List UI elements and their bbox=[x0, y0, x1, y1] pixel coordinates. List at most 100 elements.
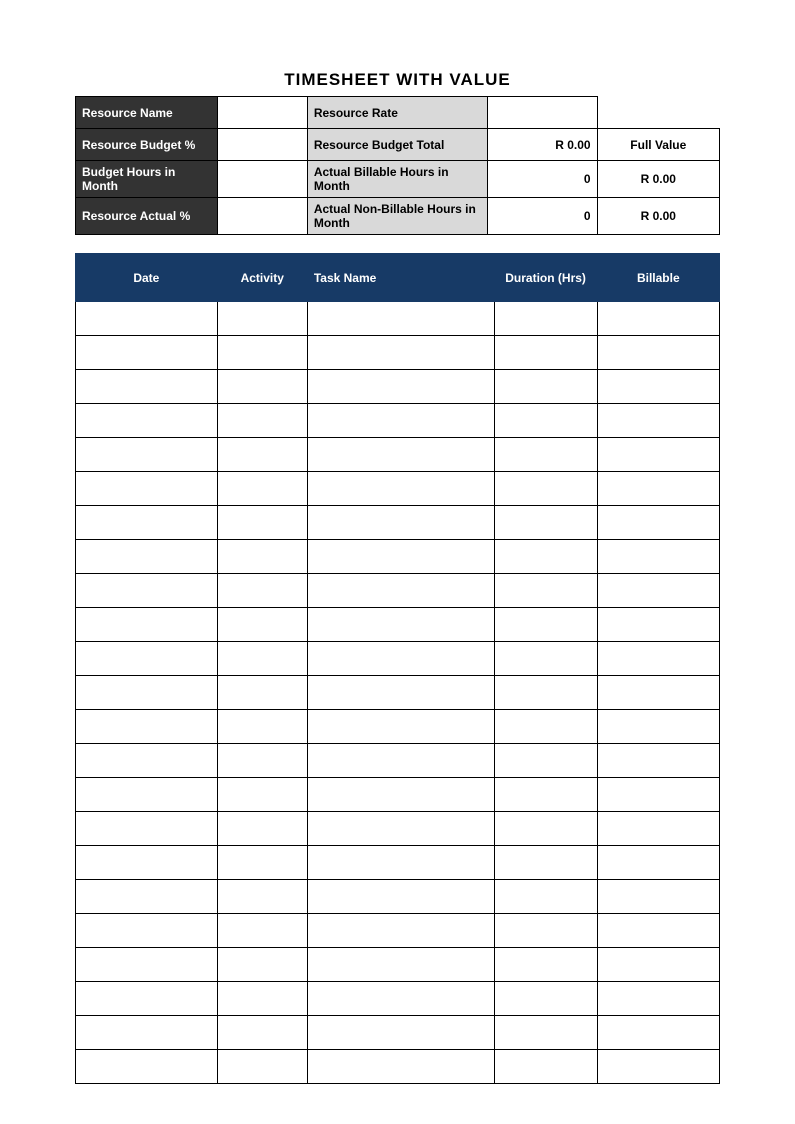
cell-billable[interactable] bbox=[597, 608, 719, 642]
cell-duration[interactable] bbox=[494, 778, 597, 812]
cell-task[interactable] bbox=[307, 438, 494, 472]
cell-date[interactable] bbox=[76, 506, 218, 540]
cell-activity[interactable] bbox=[217, 1050, 307, 1084]
cell-task[interactable] bbox=[307, 880, 494, 914]
cell-task[interactable] bbox=[307, 948, 494, 982]
cell-duration[interactable] bbox=[494, 302, 597, 336]
cell-activity[interactable] bbox=[217, 574, 307, 608]
cell-date[interactable] bbox=[76, 438, 218, 472]
cell-activity[interactable] bbox=[217, 404, 307, 438]
cell-activity[interactable] bbox=[217, 302, 307, 336]
cell-task[interactable] bbox=[307, 710, 494, 744]
cell-date[interactable] bbox=[76, 914, 218, 948]
cell-task[interactable] bbox=[307, 982, 494, 1016]
cell-billable[interactable] bbox=[597, 404, 719, 438]
cell-duration[interactable] bbox=[494, 336, 597, 370]
cell-task[interactable] bbox=[307, 778, 494, 812]
cell-activity[interactable] bbox=[217, 506, 307, 540]
cell-task[interactable] bbox=[307, 812, 494, 846]
value-resource-budget-pct[interactable] bbox=[217, 129, 307, 161]
cell-task[interactable] bbox=[307, 302, 494, 336]
cell-task[interactable] bbox=[307, 370, 494, 404]
cell-duration[interactable] bbox=[494, 812, 597, 846]
cell-duration[interactable] bbox=[494, 1016, 597, 1050]
cell-billable[interactable] bbox=[597, 676, 719, 710]
cell-duration[interactable] bbox=[494, 914, 597, 948]
cell-duration[interactable] bbox=[494, 846, 597, 880]
cell-activity[interactable] bbox=[217, 540, 307, 574]
cell-activity[interactable] bbox=[217, 778, 307, 812]
cell-billable[interactable] bbox=[597, 438, 719, 472]
cell-date[interactable] bbox=[76, 676, 218, 710]
cell-billable[interactable] bbox=[597, 1016, 719, 1050]
cell-activity[interactable] bbox=[217, 608, 307, 642]
cell-task[interactable] bbox=[307, 676, 494, 710]
cell-duration[interactable] bbox=[494, 1050, 597, 1084]
cell-duration[interactable] bbox=[494, 948, 597, 982]
cell-billable[interactable] bbox=[597, 744, 719, 778]
cell-billable[interactable] bbox=[597, 846, 719, 880]
cell-billable[interactable] bbox=[597, 506, 719, 540]
cell-billable[interactable] bbox=[597, 574, 719, 608]
cell-activity[interactable] bbox=[217, 1016, 307, 1050]
cell-duration[interactable] bbox=[494, 880, 597, 914]
cell-task[interactable] bbox=[307, 1016, 494, 1050]
cell-billable[interactable] bbox=[597, 642, 719, 676]
cell-billable[interactable] bbox=[597, 710, 719, 744]
cell-task[interactable] bbox=[307, 914, 494, 948]
cell-duration[interactable] bbox=[494, 574, 597, 608]
cell-date[interactable] bbox=[76, 744, 218, 778]
cell-billable[interactable] bbox=[597, 302, 719, 336]
cell-date[interactable] bbox=[76, 982, 218, 1016]
cell-task[interactable] bbox=[307, 1050, 494, 1084]
cell-billable[interactable] bbox=[597, 472, 719, 506]
cell-duration[interactable] bbox=[494, 506, 597, 540]
cell-activity[interactable] bbox=[217, 880, 307, 914]
cell-activity[interactable] bbox=[217, 744, 307, 778]
cell-duration[interactable] bbox=[494, 438, 597, 472]
cell-task[interactable] bbox=[307, 846, 494, 880]
cell-task[interactable] bbox=[307, 404, 494, 438]
cell-duration[interactable] bbox=[494, 404, 597, 438]
cell-date[interactable] bbox=[76, 540, 218, 574]
cell-activity[interactable] bbox=[217, 846, 307, 880]
cell-date[interactable] bbox=[76, 404, 218, 438]
cell-activity[interactable] bbox=[217, 710, 307, 744]
cell-duration[interactable] bbox=[494, 710, 597, 744]
cell-duration[interactable] bbox=[494, 982, 597, 1016]
cell-date[interactable] bbox=[76, 302, 218, 336]
cell-date[interactable] bbox=[76, 574, 218, 608]
cell-billable[interactable] bbox=[597, 370, 719, 404]
cell-activity[interactable] bbox=[217, 642, 307, 676]
cell-activity[interactable] bbox=[217, 438, 307, 472]
cell-billable[interactable] bbox=[597, 336, 719, 370]
cell-date[interactable] bbox=[76, 336, 218, 370]
cell-duration[interactable] bbox=[494, 472, 597, 506]
cell-billable[interactable] bbox=[597, 778, 719, 812]
cell-activity[interactable] bbox=[217, 676, 307, 710]
cell-duration[interactable] bbox=[494, 540, 597, 574]
cell-date[interactable] bbox=[76, 778, 218, 812]
cell-billable[interactable] bbox=[597, 914, 719, 948]
cell-date[interactable] bbox=[76, 642, 218, 676]
cell-activity[interactable] bbox=[217, 336, 307, 370]
cell-date[interactable] bbox=[76, 948, 218, 982]
cell-activity[interactable] bbox=[217, 914, 307, 948]
cell-activity[interactable] bbox=[217, 948, 307, 982]
cell-duration[interactable] bbox=[494, 744, 597, 778]
cell-duration[interactable] bbox=[494, 370, 597, 404]
cell-task[interactable] bbox=[307, 472, 494, 506]
cell-task[interactable] bbox=[307, 642, 494, 676]
cell-task[interactable] bbox=[307, 336, 494, 370]
cell-task[interactable] bbox=[307, 744, 494, 778]
cell-billable[interactable] bbox=[597, 880, 719, 914]
cell-billable[interactable] bbox=[597, 1050, 719, 1084]
cell-date[interactable] bbox=[76, 1050, 218, 1084]
cell-billable[interactable] bbox=[597, 982, 719, 1016]
cell-date[interactable] bbox=[76, 608, 218, 642]
cell-task[interactable] bbox=[307, 574, 494, 608]
cell-billable[interactable] bbox=[597, 948, 719, 982]
cell-date[interactable] bbox=[76, 710, 218, 744]
value-resource-name[interactable] bbox=[217, 97, 307, 129]
cell-task[interactable] bbox=[307, 506, 494, 540]
